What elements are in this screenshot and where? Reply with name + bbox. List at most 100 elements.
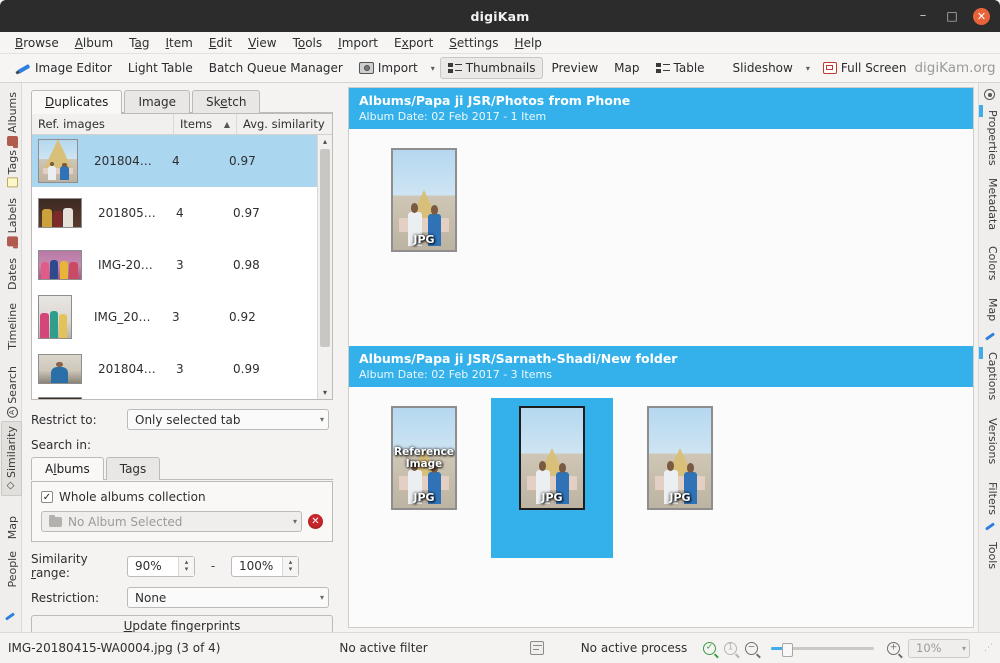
thumbnail-view: Albums/Papa ji JSR/Photos from Phone Alb…: [348, 87, 974, 628]
full-screen-button[interactable]: Full Screen: [815, 57, 915, 79]
spinner-arrows[interactable]: ▴ ▾: [178, 557, 194, 576]
sidebar-item-labels[interactable]: Labels: [2, 193, 23, 251]
tab-sketch[interactable]: Sketch: [192, 90, 260, 113]
album-group-header[interactable]: Albums/Papa ji JSR/Photos from Phone Alb…: [349, 88, 973, 129]
sidebar-item-map[interactable]: Map: [2, 511, 23, 544]
slider-knob[interactable]: [782, 643, 793, 657]
album-select[interactable]: No Album Selected ▾: [41, 511, 302, 532]
menu-export[interactable]: Export: [386, 34, 441, 52]
row-items: 4: [172, 154, 229, 168]
whole-albums-checkbox-row[interactable]: ✓ Whole albums collection: [41, 490, 323, 504]
table-row[interactable]: IMG_20… 3 0.92: [32, 291, 318, 343]
thumbnail-image[interactable]: JPG: [391, 148, 457, 252]
table-row[interactable]: [32, 395, 318, 399]
menubar: Browse Album Tag Item Edit View Tools Im…: [0, 32, 1000, 54]
clear-album-button[interactable]: ✕: [308, 514, 323, 529]
thumbnail-image[interactable]: JPG: [519, 406, 585, 510]
import-button[interactable]: Import: [351, 57, 426, 79]
sidebar-item-label: Properties: [986, 110, 999, 166]
spin-down-icon[interactable]: ▾: [185, 566, 189, 573]
restrict-to-select[interactable]: Only selected tab ▾: [127, 409, 329, 430]
menu-edit[interactable]: Edit: [201, 34, 240, 52]
sidebar-item-versions[interactable]: Versions: [982, 413, 1000, 469]
sidebar-item-captions[interactable]: Captions: [982, 347, 1000, 405]
column-header-ref-images[interactable]: Ref. images: [32, 114, 174, 134]
light-table-button[interactable]: Light Table: [120, 57, 201, 79]
sidebar-item-metadata[interactable]: Metadata: [982, 173, 1000, 235]
scroll-up-icon[interactable]: ▴: [318, 135, 332, 148]
sidebar-item-dates[interactable]: Dates: [2, 253, 23, 295]
tab-search-albums[interactable]: Albums: [31, 457, 104, 480]
thumbnail-cell[interactable]: ReferenceImage JPG: [363, 398, 485, 558]
similarity-min-input[interactable]: 90% ▴ ▾: [127, 556, 195, 577]
tab-search-tags[interactable]: Tags: [106, 457, 161, 480]
sidebar-item-timeline[interactable]: Timeline: [2, 298, 23, 355]
import-dropdown-arrow[interactable]: ▾: [426, 64, 440, 73]
sidebar-item-people[interactable]: People: [2, 546, 23, 593]
close-button[interactable]: ✕: [973, 8, 990, 25]
right-sidebar-strip: Properties Metadata Colors Map Captions …: [978, 83, 1000, 632]
sidebar-item-properties[interactable]: Properties: [982, 105, 1000, 171]
album-group-header[interactable]: Albums/Papa ji JSR/Sarnath-Shadi/New fol…: [349, 346, 973, 387]
sidebar-item-map[interactable]: Map: [982, 293, 1000, 326]
menu-browse[interactable]: Browse: [7, 34, 67, 52]
menu-settings[interactable]: Settings: [441, 34, 506, 52]
image-editor-button[interactable]: Image Editor: [8, 57, 120, 79]
chevron-down-icon[interactable]: ▾: [962, 644, 966, 653]
menu-album[interactable]: Album: [67, 34, 121, 52]
menu-tools[interactable]: Tools: [285, 34, 331, 52]
restriction-select[interactable]: None ▾: [127, 587, 329, 608]
database-icon[interactable]: [530, 641, 544, 655]
menu-import[interactable]: Import: [330, 34, 386, 52]
scrollbar-thumb[interactable]: [320, 149, 330, 347]
preview-button[interactable]: Preview: [543, 57, 606, 79]
restriction-value: None: [135, 591, 166, 605]
menu-view[interactable]: View: [240, 34, 284, 52]
minimize-button[interactable]: –: [915, 8, 931, 24]
whole-albums-checkbox[interactable]: ✓: [41, 491, 53, 503]
sidebar-item-albums[interactable]: Albums: [2, 87, 23, 151]
duplicates-scrollbar[interactable]: ▴ ▾: [317, 135, 332, 399]
thumbnail-cell[interactable]: JPG: [363, 140, 485, 332]
map-button[interactable]: Map: [606, 57, 647, 79]
spinner-arrows[interactable]: ▴ ▾: [282, 557, 298, 576]
scroll-down-icon[interactable]: ▾: [318, 386, 332, 399]
zoom-100-icon[interactable]: 1: [724, 642, 737, 655]
zoom-fit-icon[interactable]: ✓: [703, 642, 716, 655]
sidebar-item-filters[interactable]: Filters: [982, 477, 1000, 520]
table-button[interactable]: Table: [648, 57, 713, 79]
sidebar-item-colors[interactable]: Colors: [982, 241, 1000, 285]
zoom-out-icon[interactable]: −: [745, 642, 758, 655]
thumbnail-cell[interactable]: JPG: [619, 398, 741, 558]
tab-image[interactable]: Image: [124, 90, 190, 113]
spin-down-icon[interactable]: ▾: [289, 566, 293, 573]
slideshow-button[interactable]: Slideshow: [725, 57, 801, 79]
thumbnail-image[interactable]: ReferenceImage JPG: [391, 406, 457, 510]
table-row[interactable]: IMG-20… 3 0.98: [32, 239, 318, 291]
slideshow-dropdown-arrow[interactable]: ▾: [801, 64, 815, 73]
thumbnail-cell[interactable]: JPG: [491, 398, 613, 558]
table-row[interactable]: 201805… 4 0.97: [32, 187, 318, 239]
status-database-icon-wrap[interactable]: [510, 641, 565, 655]
resize-grip[interactable]: ⋰: [984, 643, 992, 653]
tab-duplicates[interactable]: Duplicates: [31, 90, 122, 113]
maximize-button[interactable]: □: [944, 8, 960, 24]
column-header-avg-similarity[interactable]: Avg. similarity: [237, 114, 318, 134]
menu-tag[interactable]: Tag: [121, 34, 157, 52]
sidebar-item-similarity[interactable]: ◇ Similarity: [1, 421, 22, 496]
zoom-slider[interactable]: [771, 642, 874, 655]
menu-item[interactable]: Item: [158, 34, 201, 52]
sidebar-item-tags[interactable]: Tags: [2, 145, 23, 192]
batch-queue-manager-button[interactable]: Batch Queue Manager: [201, 57, 351, 79]
sidebar-item-tools[interactable]: Tools: [982, 537, 1000, 574]
column-header-items[interactable]: Items ▲: [174, 114, 237, 134]
similarity-max-input[interactable]: 100% ▴ ▾: [231, 556, 299, 577]
thumbnails-button[interactable]: Thumbnails: [440, 57, 544, 79]
sidebar-item-search[interactable]: A Search: [2, 361, 23, 423]
zoom-level-input[interactable]: 10% ▾: [908, 639, 970, 658]
table-row[interactable]: 201804… 3 0.99: [32, 343, 318, 395]
menu-help[interactable]: Help: [507, 34, 550, 52]
thumbnail-image[interactable]: JPG: [647, 406, 713, 510]
zoom-in-icon[interactable]: +: [887, 642, 900, 655]
table-row[interactable]: 201804… 4 0.97: [32, 135, 318, 187]
